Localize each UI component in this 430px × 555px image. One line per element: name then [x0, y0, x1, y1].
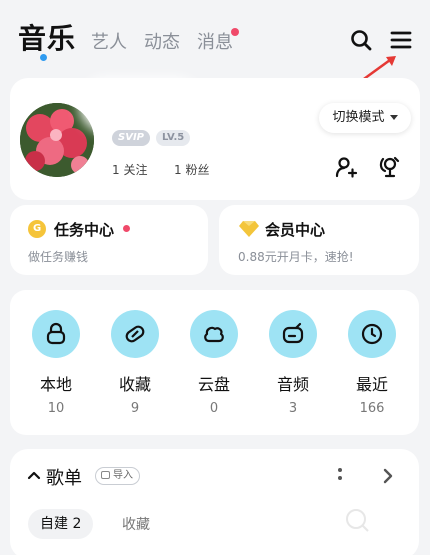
shortcut-label-favorites: 收藏: [118, 375, 151, 394]
import-label: 导入: [113, 470, 133, 481]
tab-messages[interactable]: 消息: [197, 28, 233, 54]
shortcut-count-cloud: 0: [209, 401, 219, 416]
diamond-icon: [239, 221, 259, 237]
playlist-title: 歌单: [46, 468, 82, 489]
more-vertical-icon[interactable]: [337, 466, 343, 486]
avatar-image: [20, 103, 94, 177]
radio-icon[interactable]: [269, 310, 317, 358]
svip-badge: SVIP: [112, 130, 150, 146]
tab-music[interactable]: 音乐: [18, 17, 76, 57]
tab-artist[interactable]: 艺人: [91, 28, 127, 54]
vip-center-title: 会员中心: [265, 221, 326, 239]
cloud-icon[interactable]: [190, 310, 238, 358]
username-redacted: [86, 84, 196, 126]
import-icon: [101, 471, 110, 479]
switch-mode-label: 切换模式: [332, 110, 385, 125]
shortcut-label-recent: 最近: [355, 375, 388, 394]
shortcut-count-favorites: 9: [130, 401, 140, 416]
switch-mode-button[interactable]: 切换模式: [319, 103, 411, 133]
active-tab-indicator: [40, 54, 47, 61]
caret-down-icon: [389, 115, 398, 120]
coin-icon: G: [28, 220, 46, 238]
shortcut-label-audio: 音频: [276, 375, 309, 394]
shortcut-count-local: 10: [47, 401, 65, 416]
avatar[interactable]: [20, 103, 94, 177]
shortcut-label-cloud: 云盘: [197, 375, 230, 394]
import-button[interactable]: 导入: [95, 467, 140, 485]
menu-icon[interactable]: [389, 28, 413, 52]
fans-count[interactable]: 1 粉丝: [174, 161, 209, 178]
task-center-subtitle: 做任务赚钱: [28, 250, 89, 264]
level-badge: LV.5: [156, 130, 191, 146]
shortcut-count-audio: 3: [288, 401, 298, 416]
message-notification-dot: [231, 28, 239, 36]
heart-icon[interactable]: [111, 310, 159, 358]
local-music-icon[interactable]: [32, 310, 80, 358]
chevron-right-icon[interactable]: [381, 467, 395, 485]
add-user-icon[interactable]: [334, 155, 358, 179]
clock-icon[interactable]: [348, 310, 396, 358]
watermark-logo-icon: [346, 509, 369, 532]
task-center-title: 任务中心: [54, 221, 115, 239]
following-count[interactable]: 1 关注: [112, 161, 147, 178]
tab-self-created[interactable]: 自建 2: [28, 509, 94, 539]
tab-collected[interactable]: 收藏: [122, 514, 150, 534]
shortcut-count-recent: 166: [359, 401, 385, 416]
vip-center-subtitle: 0.88元开月卡，速抢!: [238, 250, 354, 264]
tab-feed[interactable]: 动态: [144, 28, 180, 54]
music-recognize-icon[interactable]: [377, 155, 401, 179]
shortcut-label-local: 本地: [39, 375, 72, 394]
chevron-up-icon[interactable]: [27, 468, 41, 482]
task-notification-dot: [123, 225, 130, 232]
search-icon[interactable]: [349, 28, 373, 52]
